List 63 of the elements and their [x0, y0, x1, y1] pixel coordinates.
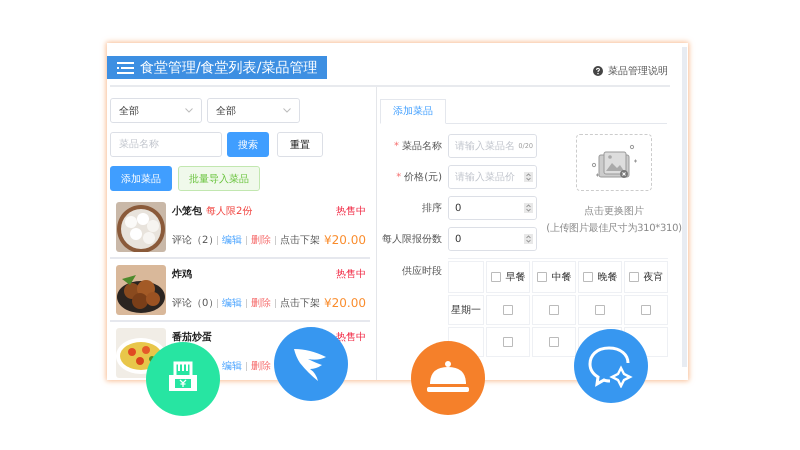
comments-link[interactable]: 评论（2）: [172, 233, 218, 247]
checkbox[interactable]: [549, 305, 559, 315]
meal-label: 晚餐: [598, 270, 618, 284]
search-field[interactable]: 菜品名称: [110, 132, 222, 157]
dish-name: 小笼包: [172, 204, 202, 218]
search-button[interactable]: 搜索: [227, 132, 269, 157]
delete-link[interactable]: 删除: [251, 233, 271, 247]
price-text: ¥20.00: [324, 233, 366, 247]
edit-link[interactable]: 编辑: [222, 233, 242, 247]
checkbox[interactable]: [582, 272, 592, 282]
breadcrumb-text: 食堂管理/食堂列表/菜品管理: [140, 58, 318, 76]
input-field[interactable]: 0: [448, 196, 537, 220]
dish-name: 炸鸡: [172, 268, 192, 281]
image-upload[interactable]: [576, 134, 652, 191]
price-text: ¥20.00: [324, 296, 366, 310]
checkbox[interactable]: [628, 272, 638, 282]
help-link[interactable]: 菜品管理说明: [608, 64, 668, 78]
required-mark: *: [396, 172, 402, 182]
unlist-link[interactable]: 点击下架: [280, 233, 320, 247]
field-label: 每人限报份数: [382, 232, 442, 246]
status-label: 热售中: [336, 268, 366, 281]
day-label: 星期一: [451, 304, 481, 317]
spinner-icon: [524, 203, 533, 213]
required-mark: *: [394, 140, 399, 152]
checkbox[interactable]: [503, 337, 513, 347]
upload-caption: 点击更换图片: [584, 204, 644, 218]
category-select[interactable]: 全部: [207, 98, 300, 123]
help-icon: [593, 66, 603, 76]
checkbox[interactable]: [536, 272, 546, 282]
checkbox[interactable]: [641, 305, 651, 315]
import-button[interactable]: 批量导入菜品: [178, 166, 260, 191]
checkbox[interactable]: [490, 272, 500, 282]
field-label: 排序: [422, 202, 442, 215]
checkbox[interactable]: [503, 305, 513, 315]
chevron-icon: [185, 108, 193, 113]
limit-label: 每人限2份: [206, 205, 252, 218]
input-field[interactable]: 请输入菜品价: [448, 165, 537, 189]
edit-link[interactable]: 编辑: [222, 359, 242, 373]
delete-link[interactable]: 删除: [251, 296, 271, 310]
checkbox[interactable]: [549, 337, 559, 347]
chevron-icon: [283, 108, 291, 113]
input-field[interactable]: 0: [448, 227, 537, 251]
meal-label: 中餐: [552, 270, 572, 284]
menu-icon: [117, 62, 134, 74]
field-label: 供应时段: [402, 264, 442, 278]
unlist-link[interactable]: 点击下架: [280, 296, 320, 310]
status-label: 热售中: [336, 204, 366, 218]
delete-link[interactable]: 删除: [251, 359, 271, 373]
meal-label: 夜宵: [644, 270, 664, 284]
reset-button[interactable]: 重置: [277, 132, 323, 157]
comments-link[interactable]: 评论（0）: [172, 296, 218, 310]
checkbox[interactable]: [595, 305, 605, 315]
add-dish-button[interactable]: 添加菜品: [110, 166, 172, 191]
spinner-icon: [524, 172, 533, 182]
field-label: 价格(元): [404, 170, 442, 184]
category-select[interactable]: 全部: [110, 98, 202, 123]
field-label: 菜品名称: [402, 140, 442, 153]
dish-name: 番茄炒蛋: [172, 330, 212, 344]
tab[interactable]: 添加菜品: [380, 99, 446, 124]
meal-label: 早餐: [506, 270, 526, 284]
spinner-icon: [524, 234, 533, 244]
edit-link[interactable]: 编辑: [222, 296, 242, 310]
upload-hint: (上传图片最佳尺寸为310*310): [546, 222, 682, 235]
